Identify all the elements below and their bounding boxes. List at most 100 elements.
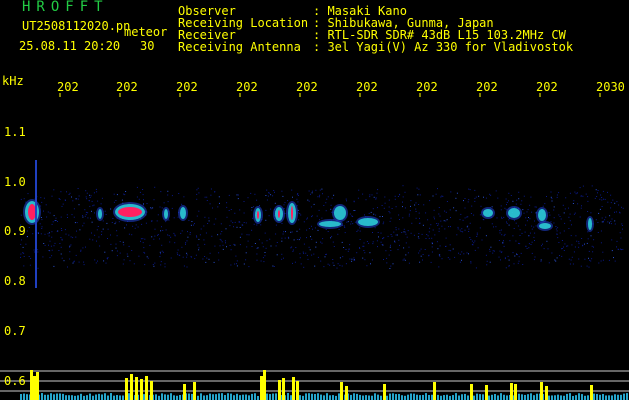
activity-bar <box>263 370 266 400</box>
echo-mid <box>164 209 168 219</box>
baseline-bar <box>335 395 337 400</box>
activity-bar <box>150 381 153 400</box>
activity-bar <box>30 370 33 400</box>
baseline-bar <box>374 393 376 400</box>
baseline-bar <box>80 393 82 400</box>
baseline-bar <box>173 395 175 400</box>
baseline-bar <box>527 394 529 400</box>
activity-bar <box>485 385 488 400</box>
baseline-bar <box>371 395 373 400</box>
baseline-bar <box>479 394 481 400</box>
file-kind: meteor <box>124 25 168 39</box>
baseline-bar <box>275 393 277 400</box>
y-tick-label: 0.8 <box>4 274 26 288</box>
x-tick-label: 202 <box>476 80 498 94</box>
baseline-bar <box>407 394 409 400</box>
baseline-bar <box>116 395 118 400</box>
baseline-bar <box>191 393 193 400</box>
baseline-bar <box>350 394 352 400</box>
x-tick-label: 202 <box>57 80 79 94</box>
baseline-bar <box>224 395 226 400</box>
baseline-bar <box>416 394 418 400</box>
echo-mid <box>588 218 592 230</box>
activity-bar <box>260 376 263 400</box>
baseline-bar <box>329 395 331 400</box>
baseline-bar <box>179 395 181 400</box>
baseline-bar <box>197 395 199 400</box>
baseline-bar <box>101 394 103 400</box>
baseline-bar <box>161 393 163 400</box>
baseline-bar <box>431 394 433 400</box>
baseline-bar <box>302 395 304 400</box>
baseline-bar <box>611 395 613 400</box>
baseline-bar <box>215 394 217 400</box>
x-tick-label: 202 <box>536 80 558 94</box>
baseline-bar <box>563 395 565 400</box>
echo-core <box>291 206 293 220</box>
activity-bar <box>33 376 36 400</box>
baseline-bar <box>77 395 79 400</box>
baseline-bar <box>227 393 229 400</box>
baseline-bar <box>623 393 625 400</box>
y-tick-label: 0.9 <box>4 224 26 238</box>
baseline-bar <box>422 394 424 400</box>
info-label-antenna: Receiving Antenna <box>178 40 301 54</box>
baseline-bar <box>338 393 340 400</box>
baseline-bar <box>188 393 190 400</box>
baseline-bar <box>239 395 241 400</box>
baseline-bar <box>536 393 538 400</box>
activity-bar <box>514 384 517 400</box>
baseline-bar <box>569 393 571 400</box>
baseline-bar <box>92 395 94 400</box>
baseline-bar <box>455 393 457 400</box>
baseline-bar <box>548 395 550 400</box>
file-name: UT2508112020.pn <box>22 19 131 33</box>
echo-mid <box>539 223 551 229</box>
baseline-bar <box>551 395 553 400</box>
echo-mid <box>508 208 520 218</box>
baseline-bar <box>200 393 202 400</box>
baseline-bar <box>104 393 106 400</box>
baseline-bar <box>212 394 214 400</box>
baseline-bar <box>392 393 394 400</box>
baseline-bar <box>299 395 301 400</box>
x-tick-label: 202 <box>176 80 198 94</box>
baseline-bar <box>110 393 112 400</box>
baseline-bar <box>83 395 85 400</box>
baseline-bar <box>59 393 61 400</box>
baseline-bar <box>86 395 88 400</box>
baseline-bar <box>203 395 205 400</box>
baseline-bar <box>209 393 211 400</box>
baseline-bar <box>308 393 310 400</box>
baseline-bar <box>575 395 577 400</box>
baseline-bar <box>494 394 496 400</box>
activity-bar <box>135 377 138 400</box>
file-datetime: 25.08.11 20:20 <box>19 39 121 53</box>
activity-bar <box>470 384 473 400</box>
baseline-bar <box>290 395 292 400</box>
activity-bar <box>193 382 196 400</box>
baseline-bar <box>362 395 364 400</box>
echo-core <box>257 211 259 219</box>
baseline-bar <box>266 393 268 400</box>
baseline-bar <box>272 393 274 400</box>
baseline-bar <box>56 393 58 400</box>
y-tick-label: 0.7 <box>4 324 26 338</box>
baseline-bar <box>389 393 391 400</box>
baseline-bar <box>50 393 52 400</box>
baseline-bar <box>332 395 334 400</box>
baseline-bar <box>164 394 166 400</box>
spectrogram <box>0 93 629 400</box>
activity-bar <box>130 374 133 400</box>
baseline-bar <box>497 395 499 400</box>
baseline-bar <box>461 394 463 400</box>
activity-bar <box>510 383 513 400</box>
echo-mid <box>319 221 341 227</box>
baseline-bar <box>74 395 76 400</box>
baseline-bar <box>446 394 448 400</box>
echo-mid <box>358 218 378 226</box>
baseline-bar <box>467 395 469 400</box>
activity-bar <box>145 376 148 400</box>
echo-mid <box>98 209 102 219</box>
echo-core <box>118 207 142 217</box>
